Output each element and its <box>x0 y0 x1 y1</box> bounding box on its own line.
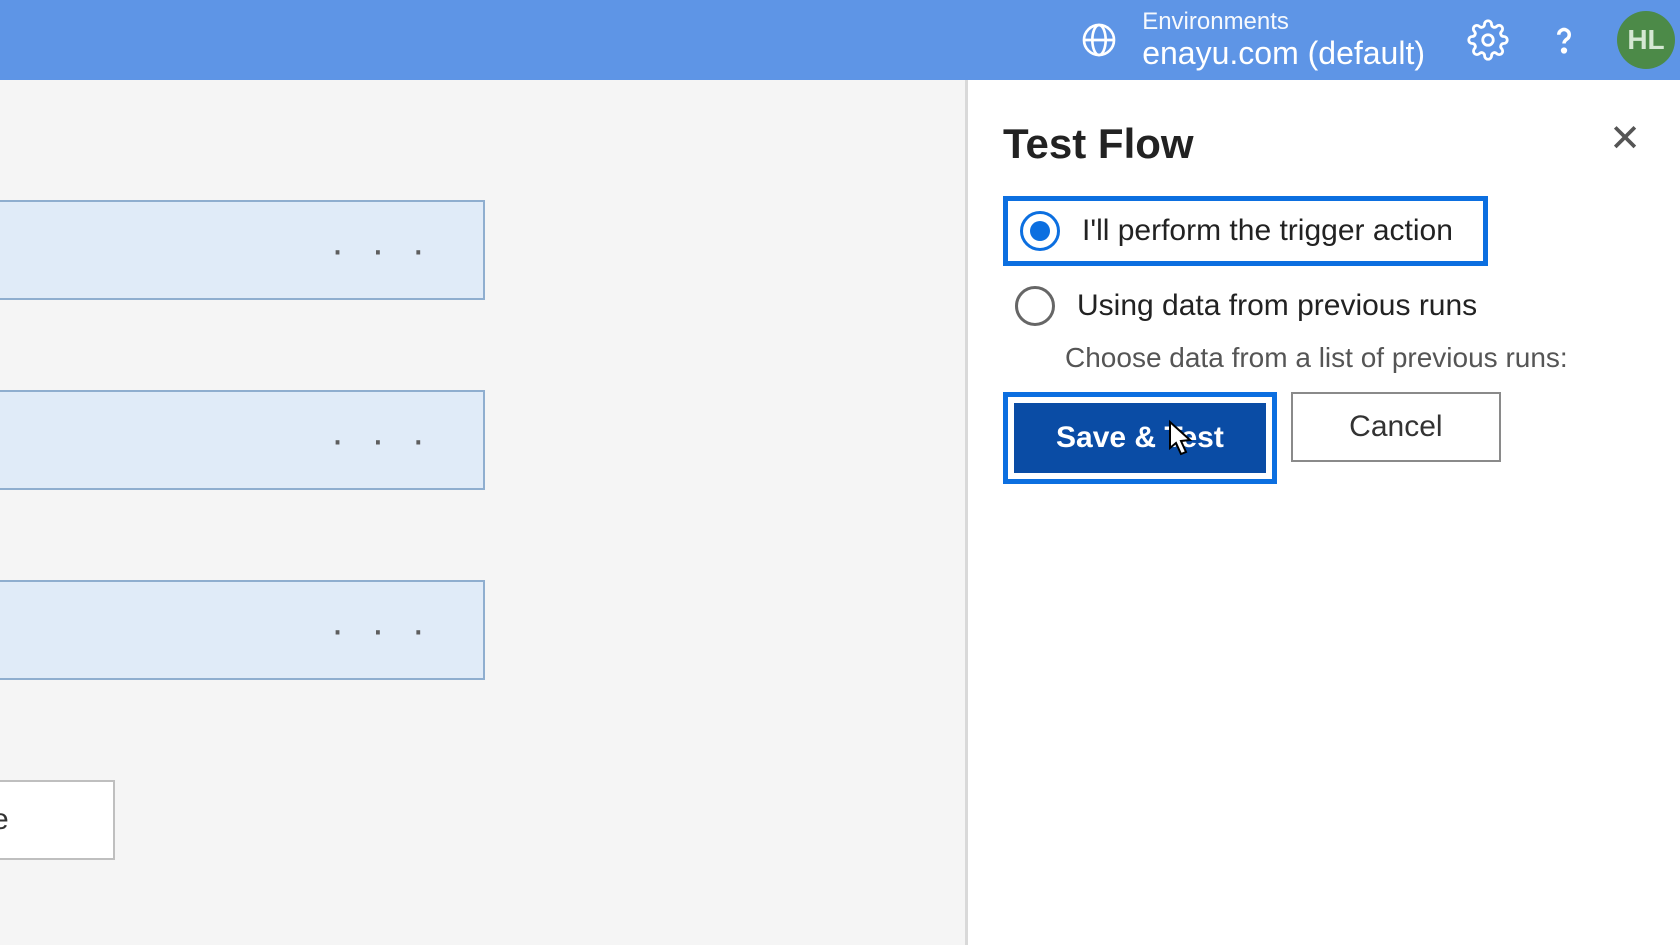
help-icon[interactable] <box>1541 17 1587 63</box>
environment-label: Environments <box>1142 9 1425 35</box>
radio-perform-trigger[interactable]: I'll perform the trigger action <box>1003 196 1488 266</box>
save-test-highlight: Save & Test <box>1003 392 1277 484</box>
radio-label-previous: Using data from previous runs <box>1077 289 1477 323</box>
topbar: Environments enayu.com (default) HL <box>0 0 1680 80</box>
test-flow-panel: Test Flow ✕ I'll perform the trigger act… <box>965 80 1680 945</box>
radio-icon <box>1015 286 1055 326</box>
environment-picker[interactable]: Environments enayu.com (default) <box>1076 9 1425 71</box>
environment-value: enayu.com (default) <box>1142 36 1425 71</box>
panel-title: Test Flow <box>1003 120 1194 168</box>
radio-previous-runs[interactable]: Using data from previous runs <box>1003 272 1645 340</box>
flow-step-card[interactable]: · · · <box>0 390 485 490</box>
previous-runs-hint: Choose data from a list of previous runs… <box>1065 342 1645 374</box>
close-icon[interactable]: ✕ <box>1605 120 1645 158</box>
avatar[interactable]: HL <box>1617 11 1675 69</box>
cancel-button[interactable]: Cancel <box>1291 392 1501 462</box>
flow-canvas: · · · · · · · · · e <box>0 80 965 945</box>
globe-icon <box>1076 17 1122 63</box>
card-text-tail: e <box>0 803 9 837</box>
radio-label-perform: I'll perform the trigger action <box>1082 214 1453 248</box>
radio-icon <box>1020 211 1060 251</box>
settings-icon[interactable] <box>1465 17 1511 63</box>
flow-step-card[interactable]: · · · <box>0 200 485 300</box>
flow-small-card[interactable]: e <box>0 780 115 860</box>
flow-step-card[interactable]: · · · <box>0 580 485 680</box>
avatar-initials: HL <box>1627 24 1664 56</box>
save-test-button[interactable]: Save & Test <box>1014 403 1266 473</box>
